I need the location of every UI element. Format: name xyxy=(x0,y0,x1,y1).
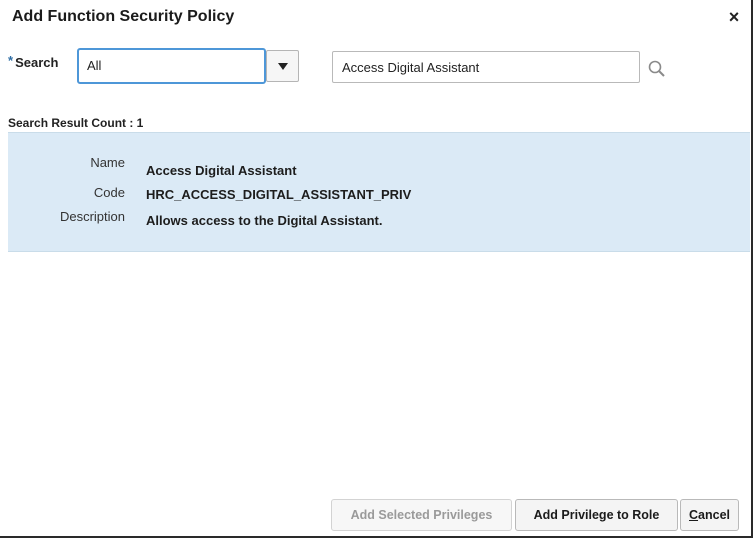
dialog-title: Add Function Security Policy xyxy=(12,8,235,25)
search-scope-value: All xyxy=(87,58,102,73)
magnifier-icon[interactable] xyxy=(646,58,668,80)
name-label: Name xyxy=(90,155,125,170)
search-label: * Search xyxy=(8,53,59,70)
search-scope-dropdown-button[interactable] xyxy=(266,50,299,82)
cancel-button[interactable]: Cancel xyxy=(680,499,739,531)
required-marker: * xyxy=(8,53,14,68)
name-value: Access Digital Assistant xyxy=(146,163,297,178)
add-privilege-to-role-button[interactable]: Add Privilege to Role xyxy=(515,499,678,531)
search-input-value: Access Digital Assistant xyxy=(342,60,480,75)
search-label-text: Search xyxy=(15,55,59,70)
add-selected-privileges-button[interactable]: Add Selected Privileges xyxy=(331,499,512,531)
description-label: Description xyxy=(59,209,125,224)
search-result-count: Search Result Count : 1 xyxy=(8,116,144,130)
code-label: Code xyxy=(93,185,125,200)
triangle-down-icon xyxy=(278,63,288,70)
search-scope-select[interactable]: All xyxy=(77,48,266,84)
close-icon[interactable]: × xyxy=(725,8,743,26)
search-input[interactable]: Access Digital Assistant xyxy=(332,51,640,83)
description-value: Allows access to the Digital Assistant. xyxy=(146,213,383,228)
cancel-mnemonic: C xyxy=(689,508,699,522)
search-result-row[interactable]: Name Access Digital Assistant Code HRC_A… xyxy=(8,132,750,252)
code-value: HRC_ACCESS_DIGITAL_ASSISTANT_PRIV xyxy=(146,187,412,202)
add-function-security-policy-dialog: Add Function Security Policy × * Search A… xyxy=(0,0,753,538)
cancel-label-rest: ancel xyxy=(698,508,730,522)
